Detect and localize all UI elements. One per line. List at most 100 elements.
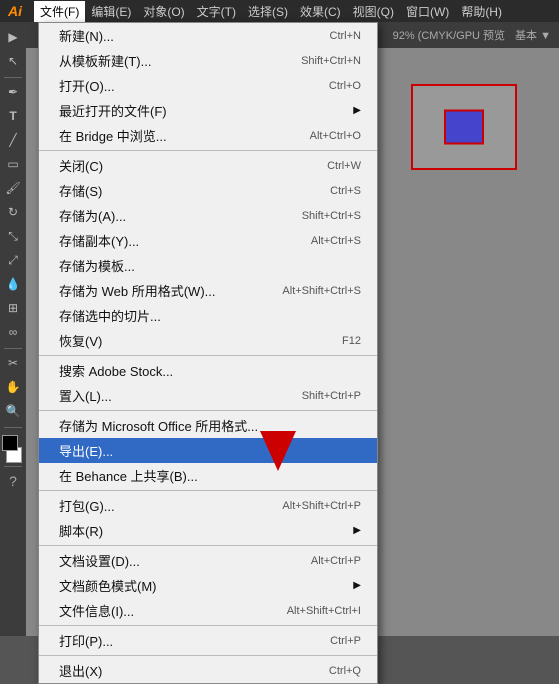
- menu-item-x[interactable]: 退出(X)Ctrl+Q: [39, 658, 377, 683]
- tool-warp[interactable]: ⤢: [2, 249, 24, 271]
- left-toolbar: ▶ ↖ ✒ T ╱ ▭ 🖌 ↻ ⤡ ⤢ 💧 ⊞ ∞ ✂ ✋ 🔍 ?: [0, 22, 26, 636]
- menu-item-[interactable]: 存储选中的切片...: [39, 303, 377, 328]
- workspace-label[interactable]: 基本 ▼: [515, 27, 551, 43]
- menu-item-shortcut: Ctrl+S: [330, 185, 361, 197]
- menu-select[interactable]: 选择(S): [242, 1, 294, 22]
- menu-item-label: 在 Behance 上共享(B)...: [59, 466, 361, 485]
- menu-item-p[interactable]: 打印(P)...Ctrl+P: [39, 628, 377, 653]
- menu-item-submenu-arrow: ▶: [353, 105, 361, 116]
- menu-help[interactable]: 帮助(H): [455, 1, 508, 22]
- tool-pen[interactable]: ✒: [2, 81, 24, 103]
- menu-separator-24: [39, 545, 377, 546]
- artboard-preview: [399, 72, 529, 182]
- tool-paintbrush[interactable]: 🖌: [2, 177, 24, 199]
- menu-item-g[interactable]: 打包(G)... Alt+Shift+Ctrl+P: [39, 493, 377, 518]
- menu-item-t[interactable]: 从模板新建(T)...Shift+Ctrl+N: [39, 48, 377, 73]
- menu-item-label: 搜索 Adobe Stock...: [59, 361, 361, 380]
- menu-item-label: 文档颜色模式(M): [59, 576, 347, 595]
- tool-scale[interactable]: ⤡: [2, 225, 24, 247]
- tool-line[interactable]: ╱: [2, 129, 24, 151]
- tool-scissors[interactable]: ✂: [2, 352, 24, 374]
- menu-item-webw[interactable]: 存储为 Web 所用格式(W)... Alt+Shift+Ctrl+S: [39, 278, 377, 303]
- menu-item-shortcut: Ctrl+P: [330, 635, 361, 647]
- menu-item-o[interactable]: 打开(O)...Ctrl+O: [39, 73, 377, 98]
- menu-item-label: 存储为 Web 所用格式(W)...: [59, 281, 262, 300]
- menu-item-a[interactable]: 存储为(A)... Shift+Ctrl+S: [39, 203, 377, 228]
- menu-item-label: 文件信息(I)...: [59, 601, 267, 620]
- export-arrow-indicator: [260, 428, 296, 471]
- menu-item-e[interactable]: 导出(E)...: [39, 438, 377, 463]
- menu-item-microsoftoffice[interactable]: 存储为 Microsoft Office 所用格式...: [39, 413, 377, 438]
- menu-separator-28: [39, 625, 377, 626]
- menu-view[interactable]: 视图(Q): [347, 1, 400, 22]
- tool-select[interactable]: ▶: [2, 26, 24, 48]
- tool-separator-2: [4, 348, 22, 349]
- menu-window[interactable]: 窗口(W): [400, 1, 455, 22]
- app-logo: Ai: [4, 3, 26, 19]
- tool-hand[interactable]: ✋: [2, 376, 24, 398]
- menu-effect[interactable]: 效果(C): [294, 1, 347, 22]
- menu-edit[interactable]: 编辑(E): [85, 1, 137, 22]
- menu-item-label: 存储为(A)...: [59, 206, 282, 225]
- menu-item-c[interactable]: 关闭(C) Ctrl+W: [39, 153, 377, 178]
- menu-item-adobestock[interactable]: 搜索 Adobe Stock...: [39, 358, 377, 383]
- menu-file[interactable]: 文件(F): [34, 1, 85, 22]
- tool-separator-4: [4, 466, 22, 467]
- tool-direct-select[interactable]: ↖: [2, 50, 24, 72]
- menu-item-r[interactable]: 脚本(R)▶: [39, 518, 377, 543]
- menu-item-l[interactable]: 置入(L)... Shift+Ctrl+P: [39, 383, 377, 408]
- menu-item-[interactable]: 存储为模板...: [39, 253, 377, 278]
- menu-separator-21: [39, 490, 377, 491]
- menu-type[interactable]: 文字(T): [191, 1, 242, 22]
- menu-bar: Ai 文件(F) 编辑(E) 对象(O) 文字(T) 选择(S) 效果(C) 视…: [0, 0, 559, 22]
- menu-item-shortcut: Shift+Ctrl+S: [302, 210, 361, 222]
- tool-rect[interactable]: ▭: [2, 153, 24, 175]
- tool-separator-3: [4, 427, 22, 428]
- menu-item-label: 关闭(C): [59, 156, 307, 175]
- tool-eyedrop[interactable]: 💧: [2, 273, 24, 295]
- menu-item-shortcut: Alt+Shift+Ctrl+S: [282, 285, 361, 297]
- menu-item-label: 存储选中的切片...: [59, 306, 361, 325]
- menu-item-shortcut: Shift+Ctrl+N: [301, 55, 361, 67]
- menu-item-n[interactable]: 新建(N)...Ctrl+N: [39, 23, 377, 48]
- file-dropdown-menu: 新建(N)...Ctrl+N从模板新建(T)...Shift+Ctrl+N打开(…: [38, 22, 378, 684]
- menu-item-shortcut: Alt+Shift+Ctrl+I: [287, 605, 361, 617]
- menu-item-shortcut: Alt+Shift+Ctrl+P: [282, 500, 361, 512]
- menu-item-y[interactable]: 存储副本(Y)... Alt+Ctrl+S: [39, 228, 377, 253]
- menu-item-m[interactable]: 文档颜色模式(M)▶: [39, 573, 377, 598]
- menu-object[interactable]: 对象(O): [137, 1, 190, 22]
- menu-item-label: 文档设置(D)...: [59, 551, 291, 570]
- menu-item-f[interactable]: 最近打开的文件(F) ▶: [39, 98, 377, 123]
- menu-item-v[interactable]: 恢复(V)F12: [39, 328, 377, 353]
- menu-item-submenu-arrow: ▶: [353, 525, 361, 536]
- menu-item-label: 置入(L)...: [59, 386, 282, 405]
- menu-item-shortcut: F12: [342, 335, 361, 347]
- menu-item-shortcut: Shift+Ctrl+P: [302, 390, 361, 402]
- menu-item-label: 存储(S): [59, 181, 310, 200]
- tool-zoom[interactable]: 🔍: [2, 400, 24, 422]
- menu-item-bridge[interactable]: 在 Bridge 中浏览... Alt+Ctrl+O: [39, 123, 377, 148]
- tool-rotate[interactable]: ↻: [2, 201, 24, 223]
- menu-item-shortcut: Alt+Ctrl+P: [311, 555, 361, 567]
- menu-item-i[interactable]: 文件信息(I)... Alt+Shift+Ctrl+I: [39, 598, 377, 623]
- menu-item-behanceb[interactable]: 在 Behance 上共享(B)...: [39, 463, 377, 488]
- tool-separator-1: [4, 77, 22, 78]
- menu-item-label: 打开(O)...: [59, 76, 309, 95]
- tool-blend[interactable]: ∞: [2, 321, 24, 343]
- menu-item-s[interactable]: 存储(S) Ctrl+S: [39, 178, 377, 203]
- menu-item-shortcut: Ctrl+W: [327, 160, 361, 172]
- menu-item-shortcut: Ctrl+Q: [329, 665, 361, 677]
- menu-item-d[interactable]: 文档设置(D)... Alt+Ctrl+P: [39, 548, 377, 573]
- color-selector[interactable]: [2, 435, 24, 463]
- tool-mesh[interactable]: ⊞: [2, 297, 24, 319]
- menu-item-shortcut: Alt+Ctrl+S: [311, 235, 361, 247]
- menu-item-shortcut: Alt+Ctrl+O: [310, 130, 361, 142]
- artboard-inner: [411, 84, 517, 170]
- tool-question[interactable]: ?: [2, 470, 24, 492]
- menu-item-label: 最近打开的文件(F): [59, 101, 347, 120]
- foreground-color[interactable]: [2, 435, 18, 451]
- menu-item-label: 打包(G)...: [59, 496, 262, 515]
- tool-text[interactable]: T: [2, 105, 24, 127]
- menu-item-label: 在 Bridge 中浏览...: [59, 126, 290, 145]
- menu-item-label: 存储副本(Y)...: [59, 231, 291, 250]
